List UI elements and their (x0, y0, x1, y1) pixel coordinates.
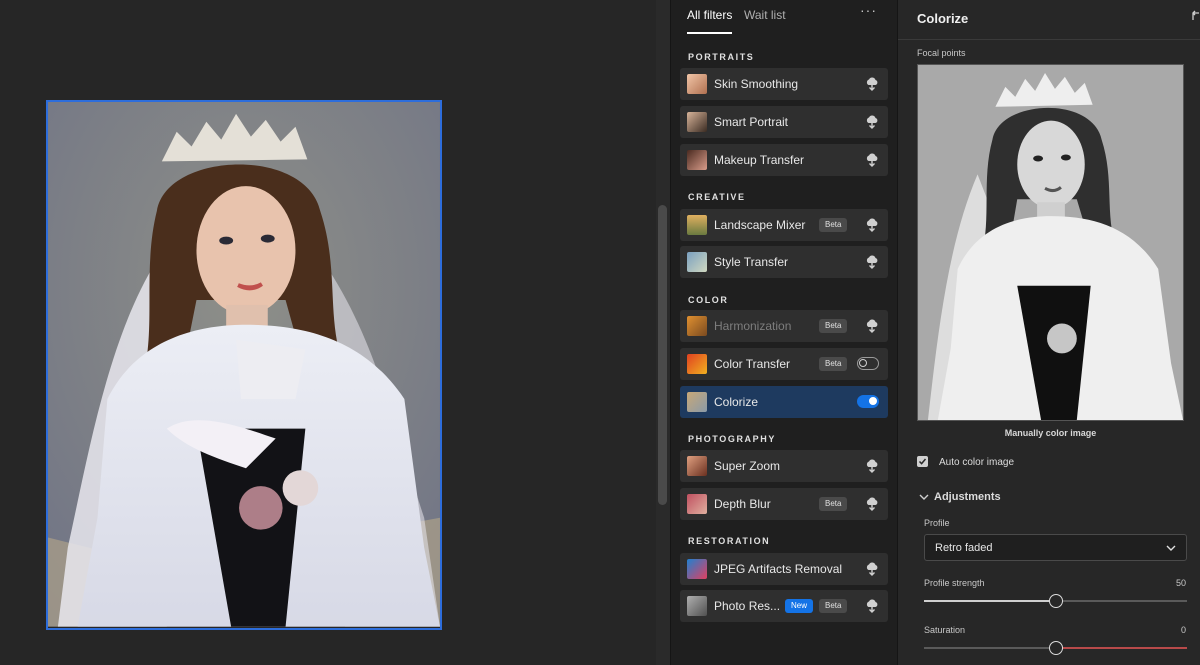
slider-thumb[interactable] (1048, 594, 1063, 608)
filters-panel: All filters Wait list ··· PORTRAITS Skin… (670, 0, 897, 665)
filter-label: Skin Smoothing (714, 77, 799, 91)
filter-depth-blur[interactable]: Depth Blur Beta (680, 488, 888, 520)
colorize-properties-panel: Colorize Focal points Manually color ima… (897, 0, 1200, 665)
filter-label: Photo Res... (714, 599, 781, 613)
style-transfer-thumb-icon (687, 252, 707, 272)
colorize-toggle[interactable] (857, 395, 879, 408)
tab-all-filters[interactable]: All filters (687, 8, 733, 34)
toggle-knob (869, 397, 877, 405)
jpeg-artifacts-thumb-icon (687, 559, 707, 579)
section-title-photography: PHOTOGRAPHY (688, 434, 776, 444)
manually-color-image-label[interactable]: Manually color image (917, 428, 1184, 438)
cloud-download-icon[interactable] (865, 496, 879, 512)
filter-super-zoom[interactable]: Super Zoom (680, 450, 888, 482)
filter-label: Smart Portrait (714, 115, 789, 129)
makeup-transfer-thumb-icon (687, 150, 707, 170)
profile-strength-slider[interactable] (924, 594, 1187, 608)
cloud-download-icon[interactable] (865, 114, 879, 130)
super-zoom-thumb-icon (687, 456, 707, 476)
filter-label: Super Zoom (714, 459, 781, 473)
auto-color-label[interactable]: Auto color image (939, 457, 1014, 468)
filter-label: Harmonization (714, 319, 792, 333)
canvas-scrollbar[interactable] (656, 0, 670, 665)
grayscale-portrait-image (918, 65, 1183, 420)
filter-style-transfer[interactable]: Style Transfer (680, 246, 888, 278)
cloud-download-icon[interactable] (865, 598, 879, 614)
scrollbar-thumb[interactable] (658, 205, 667, 505)
filter-skin-smoothing[interactable]: Skin Smoothing (680, 68, 888, 100)
portrait-image (48, 102, 440, 627)
auto-color-checkbox[interactable] (917, 456, 928, 467)
filter-label: Color Transfer (714, 357, 791, 371)
filter-makeup-transfer[interactable]: Makeup Transfer (680, 144, 888, 176)
cloud-download-icon[interactable] (865, 76, 879, 92)
section-title-creative: CREATIVE (688, 192, 746, 202)
filter-label: Colorize (714, 395, 759, 409)
slider-fill (1055, 647, 1187, 649)
beta-badge: Beta (819, 497, 848, 511)
chevron-down-icon[interactable] (919, 493, 929, 501)
beta-badge: Beta (819, 218, 848, 232)
filter-smart-portrait[interactable]: Smart Portrait (680, 106, 888, 138)
adjustments-header[interactable]: Adjustments (934, 491, 1001, 503)
cloud-download-icon[interactable] (865, 217, 879, 233)
saturation-value: 0 (1180, 625, 1186, 635)
panel-title: Colorize (917, 11, 969, 26)
cloud-download-icon[interactable] (865, 561, 879, 577)
filter-colorize[interactable]: Colorize (680, 386, 888, 418)
saturation-label: Saturation (924, 625, 966, 635)
smart-portrait-thumb-icon (687, 112, 707, 132)
tab-wait-list[interactable]: Wait list (744, 8, 786, 22)
profile-dropdown[interactable]: Retro faded (924, 534, 1187, 561)
profile-strength-value: 50 (1175, 578, 1186, 588)
section-title-portraits: PORTRAITS (688, 52, 755, 62)
profile-label: Profile (924, 518, 950, 528)
cloud-download-icon[interactable] (865, 318, 879, 334)
color-transfer-toggle[interactable] (857, 357, 879, 370)
section-title-restoration: RESTORATION (688, 536, 771, 546)
beta-badge: Beta (819, 319, 848, 333)
focal-points-preview[interactable] (917, 64, 1184, 421)
filter-color-transfer[interactable]: Color Transfer Beta (680, 348, 888, 380)
divider (898, 39, 1200, 40)
photo-restore-thumb-icon (687, 596, 707, 616)
filter-photo-restoration[interactable]: Photo Res... New Beta (680, 590, 888, 622)
filter-jpeg-artifacts-removal[interactable]: JPEG Artifacts Removal (680, 553, 888, 585)
color-transfer-thumb-icon (687, 354, 707, 374)
slider-fill (924, 600, 1056, 602)
skin-smoothing-thumb-icon (687, 74, 707, 94)
image-canvas[interactable] (0, 0, 656, 665)
reset-icon[interactable] (1190, 10, 1200, 24)
more-options-icon[interactable]: ··· (860, 2, 877, 18)
filter-tabs: All filters Wait list ··· (671, 0, 897, 40)
saturation-slider[interactable] (924, 641, 1187, 655)
filter-label: Style Transfer (714, 255, 789, 269)
cloud-download-icon[interactable] (865, 152, 879, 168)
slider-thumb[interactable] (1048, 641, 1063, 655)
filter-label: JPEG Artifacts Removal (714, 562, 843, 576)
colorize-thumb-icon (687, 392, 707, 412)
beta-badge: Beta (819, 599, 848, 613)
harmonization-thumb-icon (687, 316, 707, 336)
new-badge: New (785, 599, 814, 613)
filter-harmonization[interactable]: Harmonization Beta (680, 310, 888, 342)
depth-blur-thumb-icon (687, 494, 707, 514)
filter-label: Landscape Mixer (714, 218, 806, 232)
section-title-color: COLOR (688, 295, 729, 305)
profile-value: Retro faded (935, 542, 993, 554)
profile-strength-label: Profile strength (924, 578, 985, 588)
filter-landscape-mixer[interactable]: Landscape Mixer Beta (680, 209, 888, 241)
focal-points-label: Focal points (917, 48, 966, 58)
cloud-download-icon[interactable] (865, 254, 879, 270)
filter-label: Makeup Transfer (714, 153, 805, 167)
landscape-mixer-thumb-icon (687, 215, 707, 235)
beta-badge: Beta (819, 357, 848, 371)
toggle-knob (859, 359, 867, 367)
checkmark-icon (918, 458, 927, 465)
chevron-down-icon (1166, 545, 1176, 551)
filter-label: Depth Blur (714, 497, 771, 511)
colorized-photo[interactable] (46, 100, 442, 630)
cloud-download-icon[interactable] (865, 458, 879, 474)
